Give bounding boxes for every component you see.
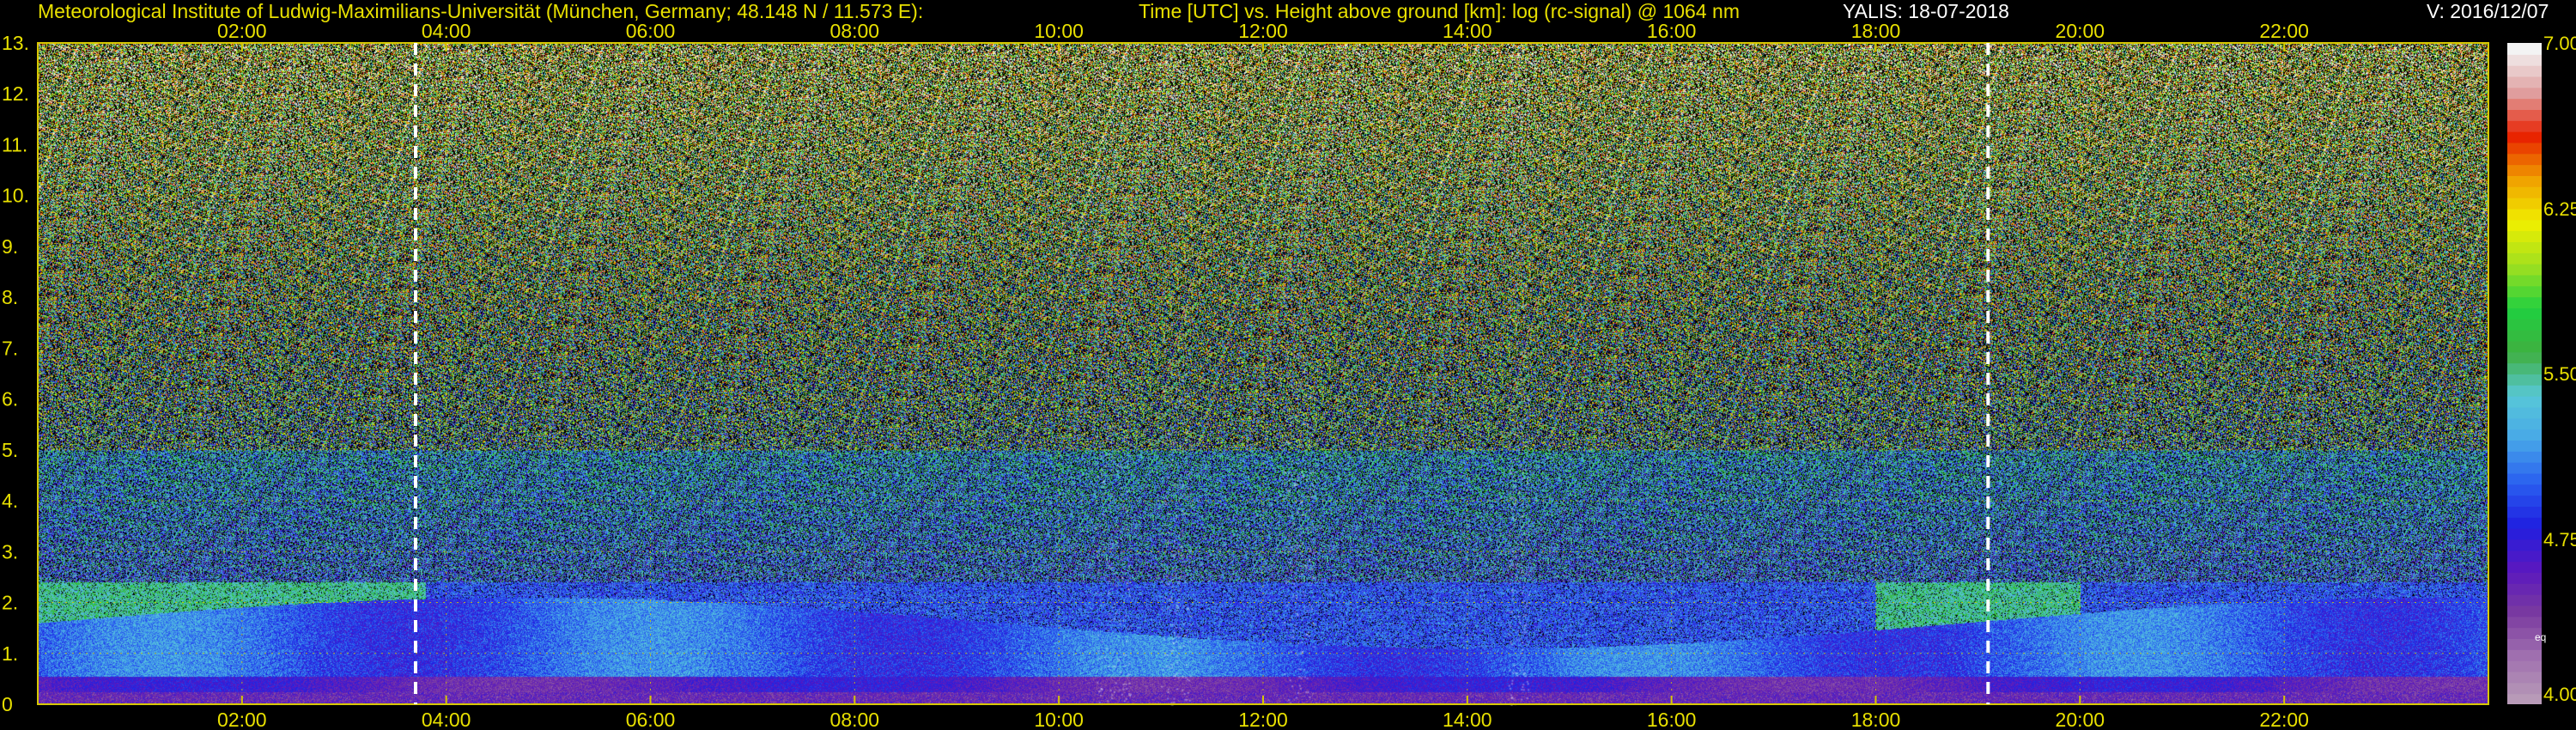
colorbar-segment xyxy=(2507,274,2542,287)
instrument-date: YALIS: 18-07-2018 xyxy=(1843,0,2009,22)
colorbar-segment xyxy=(2507,593,2542,606)
colorbar-segment xyxy=(2507,164,2542,176)
institute-title: Meteorological Institute of Ludwig-Maxim… xyxy=(38,0,924,22)
colorbar-tick-label: 4.75 xyxy=(2543,528,2576,551)
colorbar-segment xyxy=(2507,98,2542,110)
colorbar-segment xyxy=(2507,605,2542,617)
colorbar-segment xyxy=(2507,53,2542,66)
colorbar-segment xyxy=(2507,230,2542,242)
colorbar-segment xyxy=(2507,119,2542,132)
colorbar-segment xyxy=(2507,440,2542,452)
plot-description: Time [UTC] vs. Height above ground [km]:… xyxy=(1139,0,1740,22)
colorbar-segment xyxy=(2507,495,2542,507)
colorbar-segment xyxy=(2507,395,2542,408)
colorbar: 7.00 6.25 5.50 4.75 4.00 xyxy=(2507,33,2576,705)
colorbar-segment xyxy=(2507,429,2542,441)
colorbar-tick-label: 6.25 xyxy=(2543,198,2576,220)
colorbar-segment xyxy=(2507,450,2542,463)
colorbar-segment xyxy=(2507,64,2542,77)
colorbar-segment xyxy=(2507,142,2542,155)
colorbar-segment xyxy=(2507,175,2542,187)
colorbar-note: eq xyxy=(2535,631,2547,643)
colorbar-segment xyxy=(2507,340,2542,353)
colorbar-segment xyxy=(2507,561,2542,573)
colorbar-segment xyxy=(2507,693,2542,705)
colorbar-tick-label: 7.00 xyxy=(2543,33,2576,54)
colorbar-segment xyxy=(2507,572,2542,584)
colorbar-segment xyxy=(2507,616,2542,629)
colorbar-tick-label: 5.50 xyxy=(2543,363,2576,385)
colorbar-segment xyxy=(2507,186,2542,198)
colorbar-segment xyxy=(2507,484,2542,496)
colorbar-segment xyxy=(2507,648,2542,661)
colorbar-segment xyxy=(2507,131,2542,143)
colorbar-segment xyxy=(2507,550,2542,563)
colorbar-segment xyxy=(2507,87,2542,100)
colorbar-segment xyxy=(2507,318,2542,331)
colorbar-segment xyxy=(2507,362,2542,374)
colorbar-segment xyxy=(2507,461,2542,474)
colorbar-segment xyxy=(2507,682,2542,695)
colorbar-tick-label: 4.00 xyxy=(2543,684,2576,705)
colorbar-segment xyxy=(2507,219,2542,232)
lidar-heatmap xyxy=(0,0,2576,730)
version-label: V: 2016/12/07 xyxy=(2427,0,2549,22)
colorbar-segment xyxy=(2507,516,2542,529)
colorbar-segment xyxy=(2507,506,2542,518)
colorbar-segment xyxy=(2507,285,2542,298)
colorbar-segment xyxy=(2507,43,2542,55)
colorbar-segment xyxy=(2507,671,2542,684)
colorbar-segment xyxy=(2507,153,2542,166)
colorbar-segment xyxy=(2507,208,2542,221)
colorbar-segment xyxy=(2507,252,2542,265)
colorbar-segment xyxy=(2507,538,2542,551)
colorbar-segment xyxy=(2507,384,2542,397)
colorbar-segment xyxy=(2507,374,2542,386)
colorbar-segment xyxy=(2507,76,2542,88)
colorbar-segment xyxy=(2507,417,2542,430)
colorbar-segment xyxy=(2507,197,2542,210)
colorbar-segment xyxy=(2507,660,2542,672)
colorbar-segment xyxy=(2507,109,2542,121)
colorbar-segment xyxy=(2507,582,2542,595)
colorbar-segment xyxy=(2507,351,2542,364)
colorbar-segment xyxy=(2507,406,2542,419)
colorbar-segment xyxy=(2507,307,2542,319)
colorbar-segment xyxy=(2507,472,2542,485)
colorbar-segment xyxy=(2507,241,2542,253)
colorbar-segment xyxy=(2507,296,2542,308)
colorbar-segment xyxy=(2507,329,2542,342)
colorbar-segment xyxy=(2507,527,2542,540)
colorbar-segment xyxy=(2507,263,2542,276)
